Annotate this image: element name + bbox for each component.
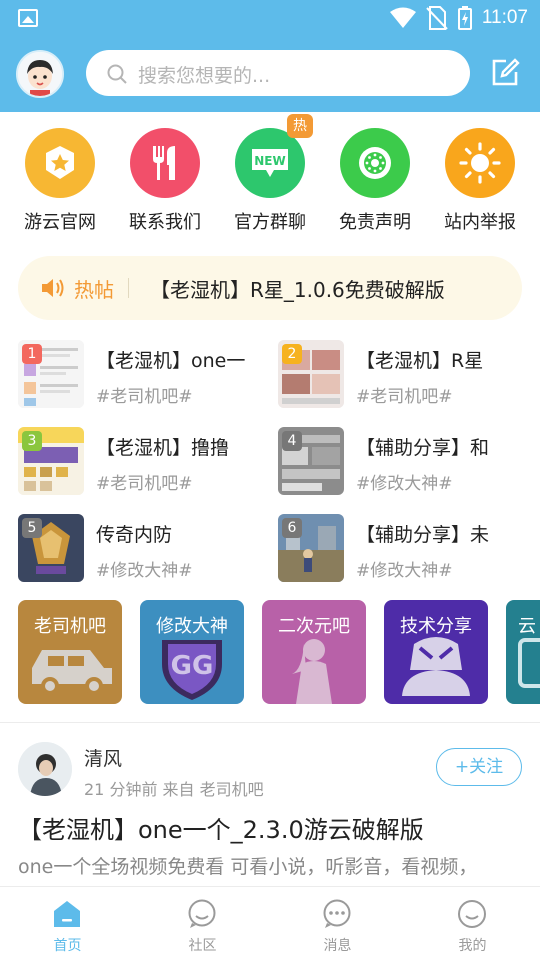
post-item[interactable]: 6 【辅助分享】未 #修改大神# xyxy=(278,514,528,586)
post-title: 【老湿机】撸撸 xyxy=(96,437,230,459)
feed-post-excerpt: one一个全场视频免费看 可看小说，听影音，看视频， xyxy=(18,856,478,878)
post-title: 【辅助分享】未 xyxy=(356,524,490,546)
status-bar: 11:07 xyxy=(0,0,540,36)
quick-link-label: 免责声明 xyxy=(339,212,411,233)
post-thumbnail: 2 xyxy=(278,340,344,408)
post-title: 【老湿机】one一 xyxy=(96,350,246,372)
search-box[interactable]: 搜索您想要的... xyxy=(86,50,470,96)
profile-icon xyxy=(458,900,486,928)
no-sim-icon xyxy=(426,6,448,30)
sun-icon xyxy=(445,128,515,198)
category-label: 二次元吧 xyxy=(278,616,350,637)
category-card[interactable]: 云 xyxy=(506,600,540,704)
post-tag[interactable]: #修改大神# xyxy=(356,469,453,494)
rank-badge: 5 xyxy=(22,518,42,538)
svg-text:NEW: NEW xyxy=(254,154,285,168)
tab-label: 我的 xyxy=(458,938,487,954)
search-placeholder: 搜索您想要的... xyxy=(138,65,271,87)
compose-icon[interactable] xyxy=(490,58,520,88)
category-card[interactable]: 技术分享 xyxy=(384,600,488,704)
category-card[interactable]: 老司机吧 xyxy=(18,600,122,704)
quick-link-disclaimer[interactable]: 免责声明 xyxy=(323,128,427,234)
rank-badge: 4 xyxy=(282,431,302,451)
image-notification-icon xyxy=(18,9,38,27)
search-icon xyxy=(107,64,127,84)
quick-link-label: 站内举报 xyxy=(444,212,516,233)
author-avatar[interactable] xyxy=(18,742,72,796)
home-icon xyxy=(54,901,80,927)
hot-divider xyxy=(128,278,129,298)
quick-link-contact[interactable]: 联系我们 xyxy=(113,128,217,234)
category-label: 云 xyxy=(518,616,536,637)
category-label: 技术分享 xyxy=(400,616,472,637)
rank-badge: 2 xyxy=(282,344,302,364)
rank-badge: 3 xyxy=(22,431,42,451)
rank-badge: 6 xyxy=(282,518,302,538)
post-tag[interactable]: #修改大神# xyxy=(96,556,193,581)
post-item[interactable]: 2 【老湿机】R星 #老司机吧# xyxy=(278,340,528,412)
post-tag[interactable]: #老司机吧# xyxy=(356,382,453,407)
kiwi-icon xyxy=(340,128,410,198)
post-meta: 21 分钟前 来自 老司机吧 xyxy=(84,780,264,799)
category-label: 修改大神 xyxy=(156,616,228,637)
post-title: 【辅助分享】和 xyxy=(356,437,490,459)
top-header: 搜索您想要的... xyxy=(0,36,540,112)
follow-button[interactable]: +关注 xyxy=(436,748,522,786)
post-thumbnail: 6 xyxy=(278,514,344,582)
quick-links: 游云官网 联系我们 NEW 热 官方群聊 免责声明 站内举报 xyxy=(0,112,540,246)
hot-label: 热帖 xyxy=(74,278,114,302)
wifi-icon xyxy=(389,7,416,28)
post-thumbnail: 3 xyxy=(18,427,84,495)
post-tag[interactable]: #老司机吧# xyxy=(96,469,193,494)
star-badge-icon xyxy=(25,128,95,198)
rank-badge: 1 xyxy=(22,344,42,364)
author-name[interactable]: 清风 xyxy=(84,744,122,771)
quick-link-label: 联系我们 xyxy=(129,212,201,233)
tab-messages[interactable]: 消息 xyxy=(270,887,405,960)
quick-link-official-site[interactable]: 游云官网 xyxy=(8,128,112,234)
feed-post-title[interactable]: 【老湿机】one一个_2.3.0游云破解版 xyxy=(18,810,424,845)
hot-badge: 热 xyxy=(287,114,313,138)
new-badge-icon: NEW 热 xyxy=(235,114,313,198)
quick-link-label: 游云官网 xyxy=(24,212,96,233)
category-label: 老司机吧 xyxy=(34,616,106,637)
post-item[interactable]: 1 【老湿机】one一 #老司机吧# xyxy=(18,340,268,412)
clock: 11:07 xyxy=(481,7,528,28)
speaker-icon xyxy=(42,279,64,297)
post-thumbnail: 5 xyxy=(18,514,84,582)
post-title: 【老湿机】R星 xyxy=(356,350,484,372)
message-icon xyxy=(323,899,351,928)
tab-label: 社区 xyxy=(188,938,217,954)
post-title: 传奇内防 xyxy=(96,524,173,546)
post-tag[interactable]: #老司机吧# xyxy=(96,382,193,407)
hot-post-banner[interactable]: 热帖 【老湿机】R星_1.0.6免费破解版 xyxy=(18,256,522,320)
quick-link-report[interactable]: 站内举报 xyxy=(428,128,532,234)
hot-post-title[interactable]: 【老湿机】R星_1.0.6免费破解版 xyxy=(150,274,445,303)
feed-post[interactable]: 清风 21 分钟前 来自 老司机吧 +关注 【老湿机】one一个_2.3.0游云… xyxy=(0,724,540,886)
community-icon xyxy=(188,899,216,928)
category-card[interactable]: GG 修改大神 xyxy=(140,600,244,704)
tab-profile[interactable]: 我的 xyxy=(405,887,540,960)
tab-community[interactable]: 社区 xyxy=(135,887,270,960)
quick-link-official-group[interactable]: NEW 热 官方群聊 xyxy=(218,114,322,234)
post-tag[interactable]: #修改大神# xyxy=(356,556,453,581)
post-item[interactable]: 5 传奇内防 #修改大神# xyxy=(18,514,268,586)
cartoon-avatar-icon xyxy=(18,52,62,96)
category-carousel[interactable]: 老司机吧 GG 修改大神 二次元吧 技术分享 云 xyxy=(0,600,540,706)
battery-charging-icon xyxy=(457,6,472,30)
post-thumbnail: 1 xyxy=(18,340,84,408)
fork-knife-icon xyxy=(130,128,200,198)
tab-label: 消息 xyxy=(323,938,352,954)
section-divider xyxy=(0,722,540,723)
tab-home[interactable]: 首页 xyxy=(0,887,135,960)
post-item[interactable]: 4 【辅助分享】和 #修改大神# xyxy=(278,427,528,499)
tab-label: 首页 xyxy=(53,938,82,954)
quick-link-label: 官方群聊 xyxy=(234,212,306,233)
bottom-tab-bar: 首页 社区 消息 我的 xyxy=(0,886,540,960)
svg-text:GG: GG xyxy=(171,651,214,681)
user-avatar[interactable] xyxy=(16,50,64,98)
post-item[interactable]: 3 【老湿机】撸撸 #老司机吧# xyxy=(18,427,268,499)
post-thumbnail: 4 xyxy=(278,427,344,495)
category-card[interactable]: 二次元吧 xyxy=(262,600,366,704)
